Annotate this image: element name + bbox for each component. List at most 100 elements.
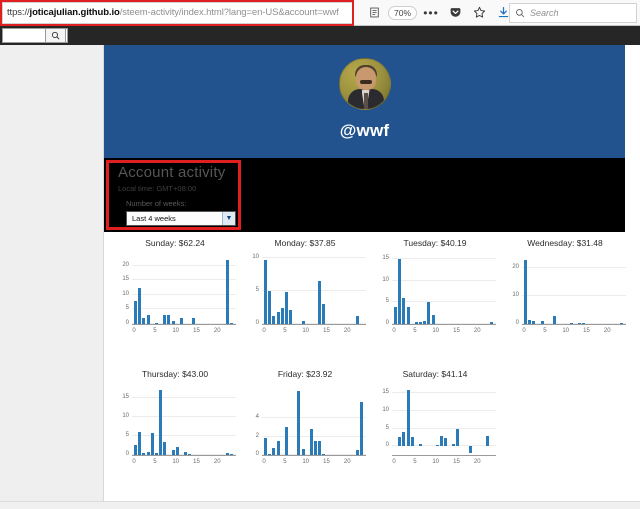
y-axis-tick: 10	[382, 276, 389, 283]
x-axis-tick: 10	[172, 459, 180, 465]
plot-area: 0 5 10 15 0 5 10 15 20	[112, 388, 238, 470]
plot-canvas: 0 10 20	[512, 257, 626, 326]
y-axis-tick: 20	[512, 264, 519, 271]
more-options-icon[interactable]: •••	[419, 2, 443, 24]
profile-banner: @wwf	[104, 45, 625, 158]
reader-mode-icon[interactable]	[362, 2, 386, 24]
x-axis: 0 5 10 15 20	[522, 326, 626, 339]
x-axis: 0 5 10 15 20	[262, 326, 366, 339]
bar	[146, 451, 150, 455]
bar	[553, 315, 557, 324]
plot-canvas: 0 5 10	[252, 254, 366, 326]
y-axis-tick: 0	[385, 442, 389, 449]
bar	[184, 451, 187, 455]
x-axis-tick: 5	[153, 459, 157, 465]
bar	[406, 389, 410, 447]
bar	[435, 445, 439, 447]
bar-series	[132, 257, 236, 324]
bar	[578, 322, 582, 324]
x-axis: 0 5 10 15 20	[132, 457, 236, 470]
bar	[485, 435, 489, 447]
bar	[423, 320, 427, 324]
bar	[142, 318, 146, 324]
y-axis-tick: 10	[382, 406, 389, 413]
bar-series	[262, 388, 366, 455]
url-host: joticajulian.github.io	[29, 7, 120, 18]
plot-canvas: 0 5 10 15 20	[122, 257, 236, 326]
bar	[284, 292, 288, 324]
bar	[264, 260, 268, 324]
page-content: @wwf Account activity Local time: GMT+08…	[104, 45, 640, 509]
x-axis-tick: 20	[343, 328, 351, 334]
star-icon[interactable]	[467, 2, 491, 24]
zoom-level-badge[interactable]: 70%	[388, 5, 418, 20]
x-axis-tick: 15	[583, 328, 590, 334]
x-axis-tick: 10	[562, 328, 570, 334]
bar	[175, 447, 179, 455]
x-axis-tick: 0	[392, 459, 396, 465]
x-axis: 0 5 10 15 20	[262, 457, 366, 470]
y-axis-tick: 15	[382, 389, 389, 396]
bar	[301, 320, 305, 324]
bar	[264, 437, 268, 455]
x-axis-tick: 15	[323, 459, 330, 465]
weeks-select-value: Last 4 weeks	[132, 214, 176, 223]
x-axis-tick: 10	[172, 328, 180, 334]
bar	[431, 314, 435, 324]
bar-series	[392, 257, 496, 324]
y-axis-tick: 5	[125, 305, 129, 312]
y-axis-tick: 10	[122, 412, 129, 419]
x-axis-tick: 15	[323, 328, 330, 334]
x-axis-tick: 0	[392, 328, 396, 334]
bar	[402, 298, 406, 324]
search-icon	[51, 31, 60, 40]
x-axis-tick: 0	[262, 328, 266, 334]
bar	[297, 390, 301, 455]
bar	[171, 321, 175, 324]
chart-sunday: Sunday: $62.24 0 5 10 15 20 0 5 10 15 20	[110, 238, 240, 369]
bar	[142, 453, 146, 455]
bar	[229, 454, 233, 455]
y-axis-tick: 5	[385, 424, 389, 431]
left-empty-pane	[0, 45, 104, 509]
x-axis-tick: 0	[262, 459, 266, 465]
pocket-icon[interactable]	[443, 2, 467, 24]
y-axis-tick: 15	[122, 393, 129, 400]
bar	[322, 454, 326, 455]
url-path: /steem-activity/index.html?lang=en-US&ac…	[119, 7, 339, 18]
x-axis-tick: 20	[343, 459, 351, 465]
bar	[540, 320, 544, 324]
weeks-select[interactable]: Last 4 weeks ▼	[126, 211, 236, 226]
x-axis-tick: 20	[213, 328, 221, 334]
browser-search-box[interactable]: Search	[509, 3, 637, 23]
bar	[171, 450, 175, 455]
plot-canvas: 0 5 10 15	[382, 388, 496, 456]
horizontal-scrollbar[interactable]	[0, 501, 640, 509]
bar	[150, 432, 154, 455]
chevron-down-icon[interactable]: ▼	[222, 212, 235, 225]
find-submit-button[interactable]	[45, 28, 66, 43]
profile-handle: @wwf	[339, 121, 390, 140]
plot-area: 0 2 4 0 5 10 15 20	[242, 388, 368, 470]
bar	[398, 259, 402, 324]
x-axis: 0 5 10 15 20	[392, 326, 496, 339]
y-axis-tick: 5	[125, 431, 129, 438]
bar-series	[262, 257, 366, 324]
bar	[394, 306, 398, 324]
number-of-weeks-label: Number of weeks:	[126, 199, 187, 208]
url-input[interactable]: ttps://joticajulian.github.io/steem-acti…	[2, 1, 354, 24]
y-axis-tick: 0	[125, 320, 129, 326]
url-bar-container: ttps://joticajulian.github.io/steem-acti…	[0, 0, 354, 26]
bar	[179, 318, 183, 324]
x-axis-tick: 0	[132, 328, 136, 334]
bar	[146, 315, 150, 324]
plot-area: 0 10 20 0 5 10 15 20	[502, 257, 628, 339]
y-axis-tick: 10	[252, 254, 259, 261]
plot-canvas: 0 5 10 15	[382, 255, 496, 326]
bar	[452, 443, 456, 447]
bar	[355, 316, 359, 324]
bar	[619, 323, 623, 324]
bar	[163, 315, 167, 324]
y-axis-tick: 4	[255, 414, 259, 421]
y-axis-tick: 0	[125, 451, 129, 457]
